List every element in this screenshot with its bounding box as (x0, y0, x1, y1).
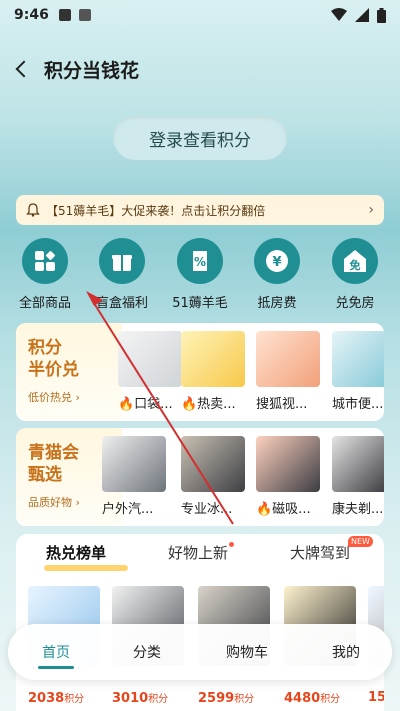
tab-label: 大牌驾到 (290, 544, 351, 562)
product-item[interactable]: 🔥磁吸... (256, 436, 322, 517)
product-name: 搜狐视... (256, 397, 308, 412)
notice-text: 【51薅羊毛】大促来袭！点击让积分翻倍 (46, 203, 266, 218)
product-image (181, 436, 245, 492)
nav-category[interactable]: 分类 (133, 642, 161, 662)
yuan-icon: ¥ (254, 238, 300, 284)
category-free-room[interactable]: 免 兑免房 (319, 238, 391, 311)
product-item[interactable]: 搜狐视... (256, 331, 322, 412)
goods-price: 15 (368, 690, 384, 705)
page-title: 积分当钱花 (44, 59, 140, 82)
goods-price: 2599积分 (198, 691, 255, 706)
bell-icon (26, 203, 40, 217)
goods-price: 4480积分 (284, 691, 341, 706)
half-price-card[interactable]: 积分 半价兑 低价热兑 › 🔥口袋... 🔥热卖... 搜狐视... 城市便..… (16, 323, 384, 421)
bottom-navigation: 首页 分类 购物车 我的 (8, 624, 392, 680)
active-tab-underline (44, 565, 128, 571)
gift-box-icon (99, 238, 145, 284)
tab-label: 好物上新 (168, 544, 229, 562)
product-name: 🔥磁吸... (256, 502, 311, 517)
back-arrow-icon[interactable] (15, 60, 33, 78)
tab-hot-ranking[interactable]: 热兑榜单 (46, 542, 106, 563)
svg-text:%: % (194, 255, 206, 269)
category-row: 全部商品 盲盒福利 % 51薅羊毛 ¥ 抵房费 免 兑免房 (0, 238, 400, 314)
free-room-glyph: 免 (350, 258, 361, 272)
status-time: 9:46 (14, 7, 49, 23)
product-image (256, 331, 320, 387)
product-item[interactable]: 康夫剃... (332, 436, 384, 517)
percent-icon: % (177, 238, 223, 284)
selection-card[interactable]: 青猫会 甄选 品质好物 › 户外汽... 专业冰... 🔥磁吸... 康夫剃..… (16, 428, 384, 526)
category-label: 抵房费 (257, 296, 297, 311)
product-image (181, 331, 245, 387)
product-item[interactable]: 🔥口袋... (118, 331, 184, 412)
product-image (256, 436, 320, 492)
product-name: 🔥口袋... (118, 397, 173, 412)
goods-price: 2038积分 (28, 691, 85, 706)
new-badge: NEW (348, 536, 373, 547)
svg-text:¥: ¥ (272, 255, 281, 270)
category-room-fee[interactable]: ¥ 抵房费 (241, 238, 313, 311)
category-label: 兑免房 (335, 296, 375, 311)
grid-icon (22, 238, 68, 284)
product-item[interactable]: 专业冰... (181, 436, 247, 517)
product-image (102, 436, 166, 492)
product-name: 🔥热卖... (181, 397, 236, 412)
nav-mine[interactable]: 我的 (332, 642, 360, 662)
goods-price: 3010积分 (112, 691, 169, 706)
product-image (118, 331, 182, 387)
tab-big-brands[interactable]: 大牌驾到 NEW (290, 536, 373, 563)
category-all-products[interactable]: 全部商品 (9, 238, 81, 311)
product-name: 户外汽... (102, 502, 154, 517)
battery-icon (377, 7, 386, 23)
product-image (332, 331, 384, 387)
category-label: 全部商品 (18, 296, 71, 311)
card-subtitle-link[interactable]: 低价热兑 › (28, 389, 122, 405)
ranking-tabs-panel: 热兑榜单 好物上新 大牌驾到 NEW 2038积分 3010积分 2599积分 … (16, 534, 384, 711)
product-name: 城市便... (332, 397, 384, 412)
category-51-deals[interactable]: % 51薅羊毛 (164, 238, 236, 311)
signal-icon (355, 8, 369, 22)
product-name: 专业冰... (181, 502, 233, 517)
tab-new-arrivals[interactable]: 好物上新 (168, 542, 235, 563)
promo-notice-bar[interactable]: 【51薅羊毛】大促来袭！点击让积分翻倍 › (16, 195, 384, 225)
wifi-icon (331, 8, 347, 21)
nav-home[interactable]: 首页 (42, 642, 70, 662)
half-price-header[interactable]: 积分 半价兑 低价热兑 › (16, 323, 122, 421)
nav-active-indicator (38, 666, 74, 669)
card-title-line2: 半价兑 (28, 360, 79, 380)
free-room-icon: 免 (332, 238, 378, 284)
nav-cart[interactable]: 购物车 (226, 642, 268, 662)
category-blind-box[interactable]: 盲盒福利 (86, 238, 158, 311)
product-name: 康夫剃... (332, 502, 384, 517)
app-notification-icon (78, 9, 91, 21)
status-bar: 9:46 (0, 0, 400, 30)
image-notification-icon (58, 9, 71, 21)
card-title-line1: 积分 (28, 338, 62, 358)
product-image (332, 436, 384, 492)
product-item[interactable]: 户外汽... (102, 436, 168, 517)
header: 积分当钱花 (0, 52, 400, 86)
chevron-right-icon: › (368, 202, 374, 218)
product-item[interactable]: 🔥热卖... (181, 331, 247, 412)
new-dot-indicator (229, 542, 235, 547)
category-label: 51薅羊毛 (172, 296, 228, 311)
login-view-points-button[interactable]: 登录查看积分 (113, 116, 287, 160)
product-item[interactable]: 城市便... (332, 331, 384, 412)
category-label: 盲盒福利 (95, 296, 148, 311)
